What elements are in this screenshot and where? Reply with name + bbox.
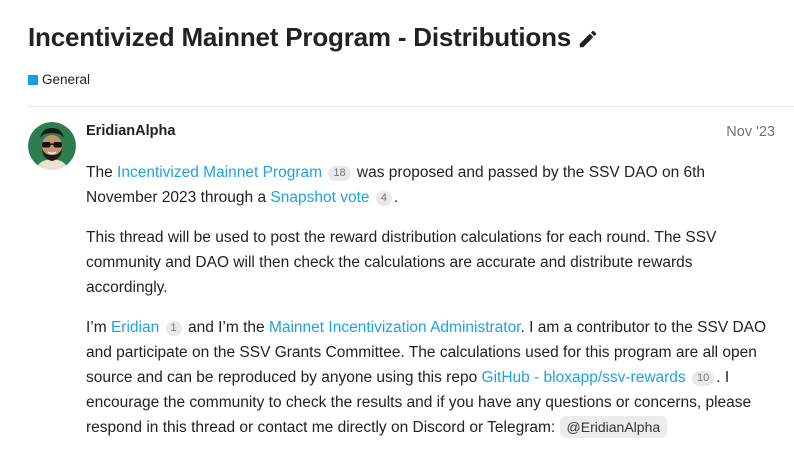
- avatar[interactable]: [28, 122, 76, 170]
- text: I’m: [86, 319, 111, 336]
- divider: [28, 106, 794, 107]
- category-label: General: [42, 72, 91, 87]
- category-square-icon: [28, 74, 38, 85]
- text: The: [86, 164, 118, 181]
- snapshot-vote-link[interactable]: Snapshot vote: [270, 189, 369, 206]
- post-paragraph: This thread will be used to post the rew…: [86, 229, 717, 296]
- topic-title: Incentivized Mainnet Program - Distribut…: [28, 22, 572, 52]
- post-paragraph: The Incentivized Mainnet Program 18 was …: [86, 160, 776, 210]
- text: and I’m the: [183, 319, 269, 336]
- post-body: The Incentivized Mainnet Program 18 was …: [86, 160, 776, 455]
- text: .: [393, 189, 399, 206]
- incentivized-mainnet-program-link[interactable]: Incentivized Mainnet Program: [117, 164, 322, 181]
- post-date[interactable]: Nov '23: [726, 124, 775, 140]
- pencil-icon[interactable]: [577, 28, 599, 50]
- eridian-link[interactable]: Eridian: [111, 319, 159, 336]
- post-author[interactable]: EridianAlpha: [86, 123, 175, 139]
- mention-tag[interactable]: @EridianAlpha: [559, 416, 668, 438]
- click-count-badge: 4: [375, 191, 392, 206]
- click-count-badge: 10: [692, 371, 715, 386]
- mainnet-incentivization-administrator-link[interactable]: Mainnet Incentivization Administrator: [269, 319, 521, 336]
- category-badge[interactable]: General: [28, 72, 90, 87]
- github-ssv-rewards-link[interactable]: GitHub - bloxapp/ssv-rewards: [482, 369, 686, 386]
- topic-title-row: Incentivized Mainnet Program - Distribut…: [28, 22, 599, 53]
- click-count-badge: 18: [328, 166, 351, 181]
- post-paragraph: I’m Eridian 1 and I’m the Mainnet Incent…: [86, 315, 776, 440]
- click-count-badge: 1: [165, 321, 182, 336]
